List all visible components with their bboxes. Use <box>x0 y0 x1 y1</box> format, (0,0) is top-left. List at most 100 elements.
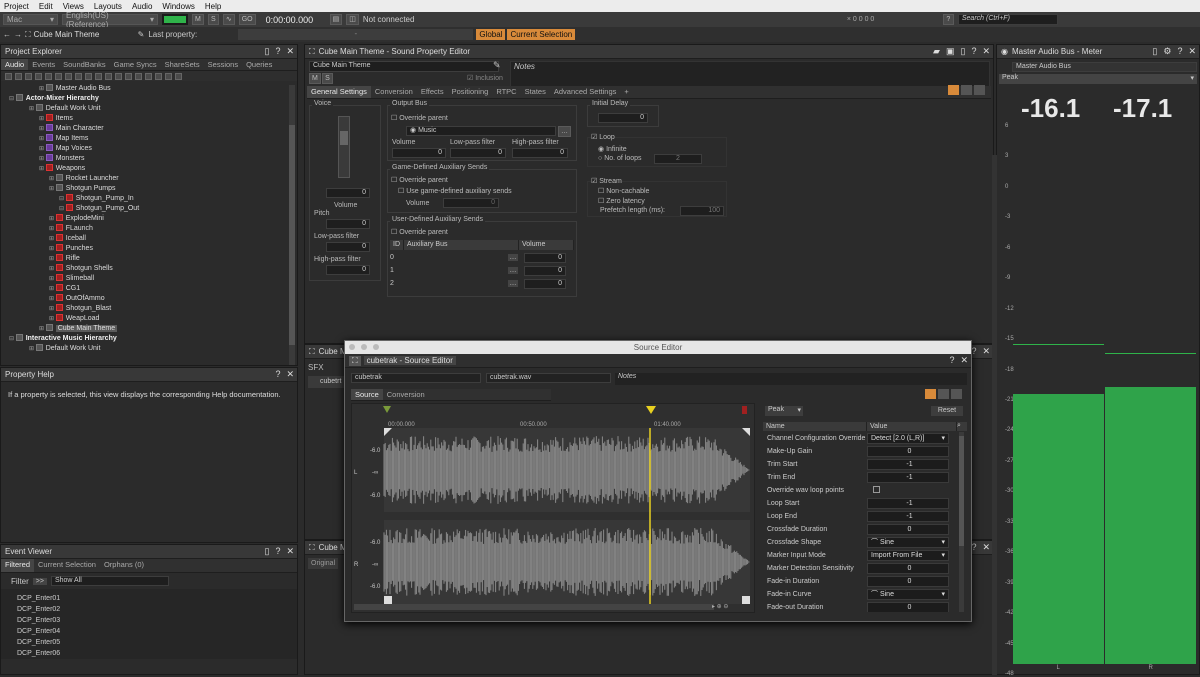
explorer-tool-icon[interactable] <box>55 72 62 80</box>
help-icon[interactable]: ? <box>275 369 280 380</box>
source-prop-value[interactable]: ⌒ Sine ▾ <box>867 589 949 600</box>
layout-icon[interactable]: ▯ <box>960 46 965 57</box>
output-override-checkbox[interactable]: ☐ Override parent <box>391 114 448 122</box>
gear-icon[interactable]: ⚙ <box>1163 46 1171 57</box>
explorer-tool-icon[interactable] <box>95 72 102 80</box>
language-select[interactable]: English(US) (Reference) ▾ <box>62 11 158 29</box>
connect-icon[interactable]: ▤ <box>329 14 343 25</box>
aux-browse-button[interactable]: … <box>508 267 518 274</box>
expand-icon[interactable]: ⊟ <box>59 196 66 202</box>
zero-latency-checkbox[interactable]: ☐ Zero latency <box>598 197 645 205</box>
help-icon[interactable]: ? <box>949 355 954 366</box>
tree-item[interactable]: ⊞ Shotgun Shells <box>3 264 288 274</box>
tab-2[interactable]: Effects <box>417 86 448 98</box>
expand-icon[interactable]: ⊞ <box>39 86 46 92</box>
tree-item[interactable]: ⊞ Punches <box>3 244 288 254</box>
expand-icon[interactable]: ⊞ <box>39 166 46 172</box>
global-button[interactable]: Global <box>476 29 506 40</box>
explorer-tool-icon[interactable] <box>45 72 52 80</box>
layout-two-icon[interactable] <box>938 389 949 399</box>
menu-item-3[interactable]: Layouts <box>94 2 122 11</box>
tree-item[interactable]: ⊞ Monsters <box>3 154 288 164</box>
chevron-down-icon[interactable]: ▾ <box>941 538 945 547</box>
explorer-tool-icon[interactable] <box>105 72 112 80</box>
checkbox-icon[interactable] <box>873 486 880 493</box>
window-max-dot[interactable] <box>373 344 379 350</box>
explorer-tool-icon[interactable] <box>25 72 32 80</box>
back-icon[interactable]: ← <box>3 30 11 39</box>
infinite-radio[interactable]: ◉ Infinite <box>598 145 627 153</box>
tab-0[interactable]: Source <box>351 389 383 400</box>
window-min-dot[interactable] <box>361 344 367 350</box>
explorer-tool-icon[interactable] <box>5 72 12 80</box>
expand-icon[interactable]: ⊟ <box>9 336 16 342</box>
source-prop-value[interactable]: -1 <box>867 459 949 470</box>
ob-lpf-field[interactable]: 0 <box>450 148 506 158</box>
gdas-volume-field[interactable]: 0 <box>443 198 499 208</box>
expand-icon[interactable]: ⊞ <box>29 106 36 112</box>
forward-icon[interactable]: → <box>14 30 22 39</box>
stream-checkbox[interactable]: ☑ Stream <box>591 177 622 185</box>
help-icon[interactable]: ? <box>1177 46 1182 57</box>
tab-1[interactable]: Conversion <box>371 86 417 98</box>
capture-icon[interactable]: GO <box>238 14 256 25</box>
tab-1[interactable]: Current Selection <box>34 559 100 572</box>
expand-icon[interactable]: ⊟ <box>59 206 66 212</box>
initial-delay-field[interactable]: 0 <box>598 113 648 123</box>
voice-hpf-field[interactable]: 0 <box>326 265 370 275</box>
meter-bus-field[interactable]: Master Audio Bus <box>1012 62 1197 72</box>
event-item[interactable]: DCP_Enter06 <box>17 648 281 659</box>
chevron-down-icon[interactable]: ▾ <box>941 551 945 560</box>
aux-volume-field[interactable]: 0 <box>524 265 566 276</box>
tab-1[interactable]: Conversion <box>383 389 429 400</box>
event-item[interactable]: DCP_Enter03 <box>17 615 281 626</box>
no-of-loops-radio[interactable]: ○ No. of loops <box>598 155 642 162</box>
tab-3[interactable]: Game Syncs <box>110 59 161 70</box>
tree-item[interactable]: ⊟ Shotgun_Pump_Out <box>3 204 288 214</box>
tab-6[interactable]: Advanced Settings <box>550 86 621 98</box>
expand-icon[interactable]: ⊞ <box>49 176 56 182</box>
aux-browse-button[interactable]: … <box>508 280 518 287</box>
expand-icon[interactable]: ⊞ <box>39 146 46 152</box>
source-prop-value[interactable]: 0 <box>867 446 949 457</box>
notes-field[interactable]: Notes <box>510 61 990 89</box>
aux-browse-button[interactable]: … <box>508 254 518 261</box>
explorer-tool-icon[interactable] <box>115 72 122 80</box>
source-prop-value[interactable]: -1 <box>867 511 949 522</box>
source-prop-value[interactable]: ⌒ Sine ▾ <box>867 537 949 548</box>
close-icon[interactable]: ✕ <box>960 355 968 366</box>
expand-icon[interactable]: ⊞ <box>39 326 46 332</box>
explorer-tool-icon[interactable] <box>75 72 82 80</box>
aux-volume-field[interactable]: 0 <box>524 252 566 263</box>
source-prop-value[interactable]: 0 <box>867 602 949 612</box>
tab-4[interactable]: RTPC <box>492 86 520 98</box>
expand-icon[interactable]: ⊞ <box>49 276 56 282</box>
menu-item-1[interactable]: Edit <box>39 2 53 11</box>
layout-icon[interactable]: ▯ <box>264 546 269 557</box>
expand-icon[interactable]: ⊞ <box>49 256 56 262</box>
expand-icon[interactable]: ⊟ <box>9 96 16 102</box>
expand-icon[interactable]: ⊞ <box>49 306 56 312</box>
event-item[interactable]: DCP_Enter04 <box>17 626 281 637</box>
ob-volume-field[interactable]: 0 <box>392 148 446 158</box>
folder-icon[interactable]: ▰ <box>933 46 940 57</box>
source-prop-value[interactable]: 0 <box>867 524 949 535</box>
tree-item[interactable]: ⊞ Map Items <box>3 134 288 144</box>
expand-icon[interactable]: ⊞ <box>49 216 56 222</box>
menu-item-5[interactable]: Windows <box>162 2 194 11</box>
explorer-tool-icon[interactable] <box>35 72 42 80</box>
search-input[interactable]: Search (Ctrl+F) <box>957 14 1058 25</box>
close-icon[interactable]: ✕ <box>982 346 990 357</box>
source-notes-field[interactable]: Notes <box>615 373 967 385</box>
expand-icon[interactable]: ⊞ <box>49 246 56 252</box>
property-select[interactable]: - <box>238 29 474 40</box>
expand-icon[interactable]: ⊞ <box>49 316 56 322</box>
aux-row[interactable]: 1 … 0 <box>390 264 574 277</box>
tab-4[interactable]: ShareSets <box>161 59 204 70</box>
source-prop-value[interactable]: -1 <box>867 472 949 483</box>
meter-scrollbar[interactable] <box>992 155 997 675</box>
tree-item[interactable]: ⊞ Rifle <box>3 254 288 264</box>
expand-icon[interactable]: ⊞ <box>39 126 46 132</box>
help-icon[interactable]: ? <box>275 546 280 557</box>
tree-item[interactable]: ⊞ CG1 <box>3 284 288 294</box>
